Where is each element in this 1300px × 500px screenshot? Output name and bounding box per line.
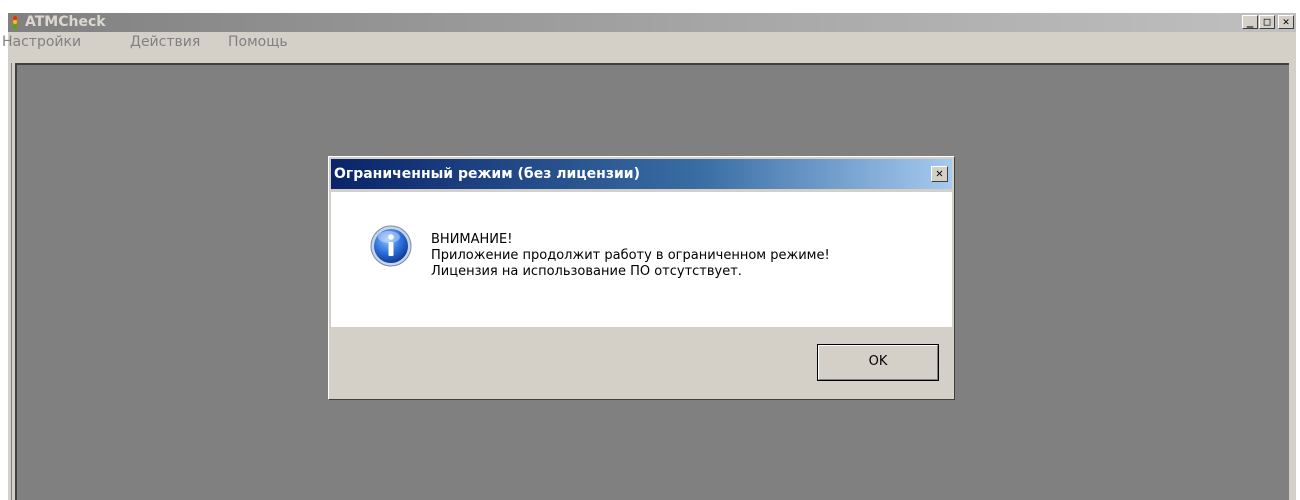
dialog-body: ВНИМАНИЕ! Приложение продолжит работу в …	[331, 192, 952, 327]
menu-bar: Настройки Действия Помощь	[2, 32, 1296, 53]
title-bar[interactable]: ATMCheck _ □ ✕	[8, 13, 1296, 32]
menu-item-help[interactable]: Помощь	[228, 34, 288, 51]
close-button[interactable]: ✕	[1278, 15, 1294, 29]
dialog-title: Ограниченный режим (без лицензии)	[334, 166, 640, 182]
info-icon	[370, 225, 412, 267]
minimize-button[interactable]: _	[1242, 15, 1258, 29]
message-line-warning: ВНИМАНИЕ!	[431, 232, 513, 247]
message-line-limited-mode: Приложение продолжит работу в ограниченн…	[431, 248, 830, 263]
dialog-close-button[interactable]: ✕	[931, 166, 948, 182]
dialog-message: ВНИМАНИЕ! Приложение продолжит работу в …	[431, 232, 830, 280]
window-title: ATMCheck	[25, 14, 106, 30]
ok-button[interactable]: OK	[817, 344, 939, 381]
message-line-no-license: Лицензия на использование ПО отсутствует…	[431, 264, 742, 279]
traffic-light-icon	[12, 15, 18, 30]
ok-button-label: OK	[868, 354, 888, 369]
menu-item-actions[interactable]: Действия	[130, 34, 200, 51]
license-dialog: Ограниченный режим (без лицензии) ✕ ВНИМ…	[328, 156, 955, 400]
menu-item-settings[interactable]: Настройки	[2, 34, 81, 51]
maximize-button[interactable]: □	[1259, 15, 1275, 29]
dialog-title-bar[interactable]: Ограниченный режим (без лицензии) ✕	[331, 159, 952, 189]
left-frame	[7, 63, 15, 500]
